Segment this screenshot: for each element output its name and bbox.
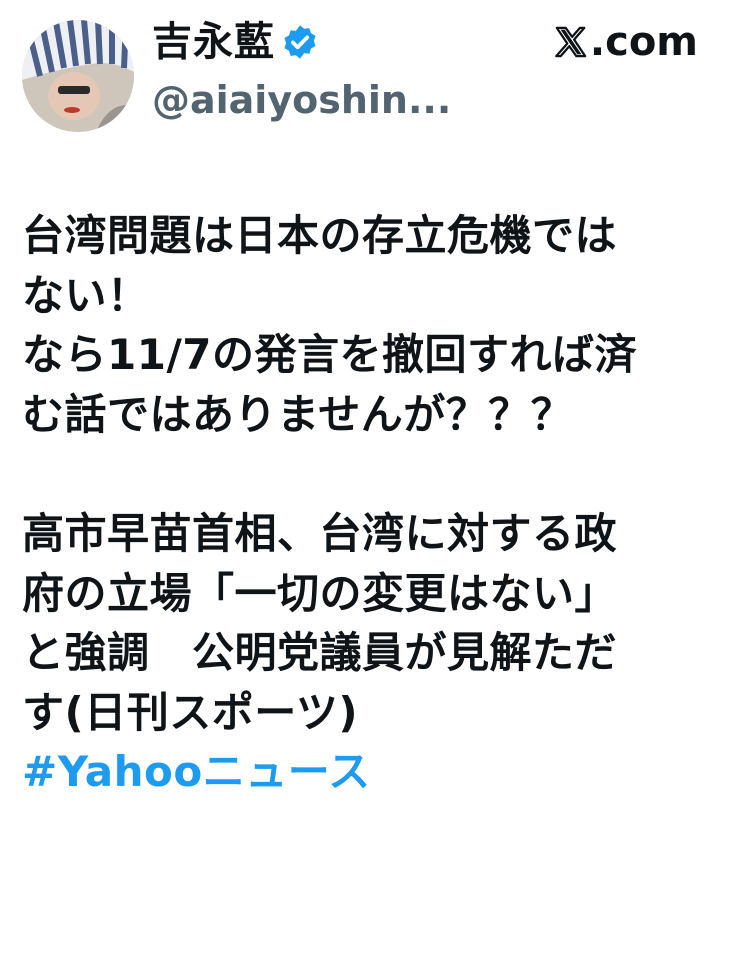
tweet-line: す(日刊スポーツ): [22, 687, 359, 737]
tweet-line: む話ではありませんが？？？: [22, 389, 574, 439]
display-name[interactable]: 吉永藍: [152, 14, 275, 70]
avatar[interactable]: [22, 20, 134, 132]
name-row: 吉永藍: [152, 14, 319, 70]
hashtag-link[interactable]: #Yahooニュース: [22, 742, 732, 802]
tweet-header: 吉永藍 @aiaiyoshin... .com: [0, 0, 750, 160]
tweet-line: なら11/7の発言を撤回すれば済: [22, 330, 638, 380]
profile-photo-icon: [22, 20, 134, 132]
tweet-line: と強調 公明党議員が見解ただ: [22, 628, 618, 678]
tweet-line: 高市早苗首相、台湾に対する政: [22, 508, 618, 558]
site-brand[interactable]: .com: [554, 16, 698, 68]
verified-badge-icon: [281, 23, 319, 61]
tweet-line: ない！: [22, 270, 150, 320]
tweet-line: 台湾問題は日本の存立危機では: [22, 211, 618, 260]
site-domain-label: .com: [589, 19, 698, 65]
tweet-text: 台湾問題は日本の存立危機では ない！ なら11/7の発言を撤回すれば済 む話では…: [22, 206, 732, 802]
user-handle[interactable]: @aiaiyoshin...: [152, 74, 451, 126]
x-logo-icon: [555, 26, 587, 58]
tweet-line: 府の立場「一切の変更はない」: [22, 568, 618, 618]
